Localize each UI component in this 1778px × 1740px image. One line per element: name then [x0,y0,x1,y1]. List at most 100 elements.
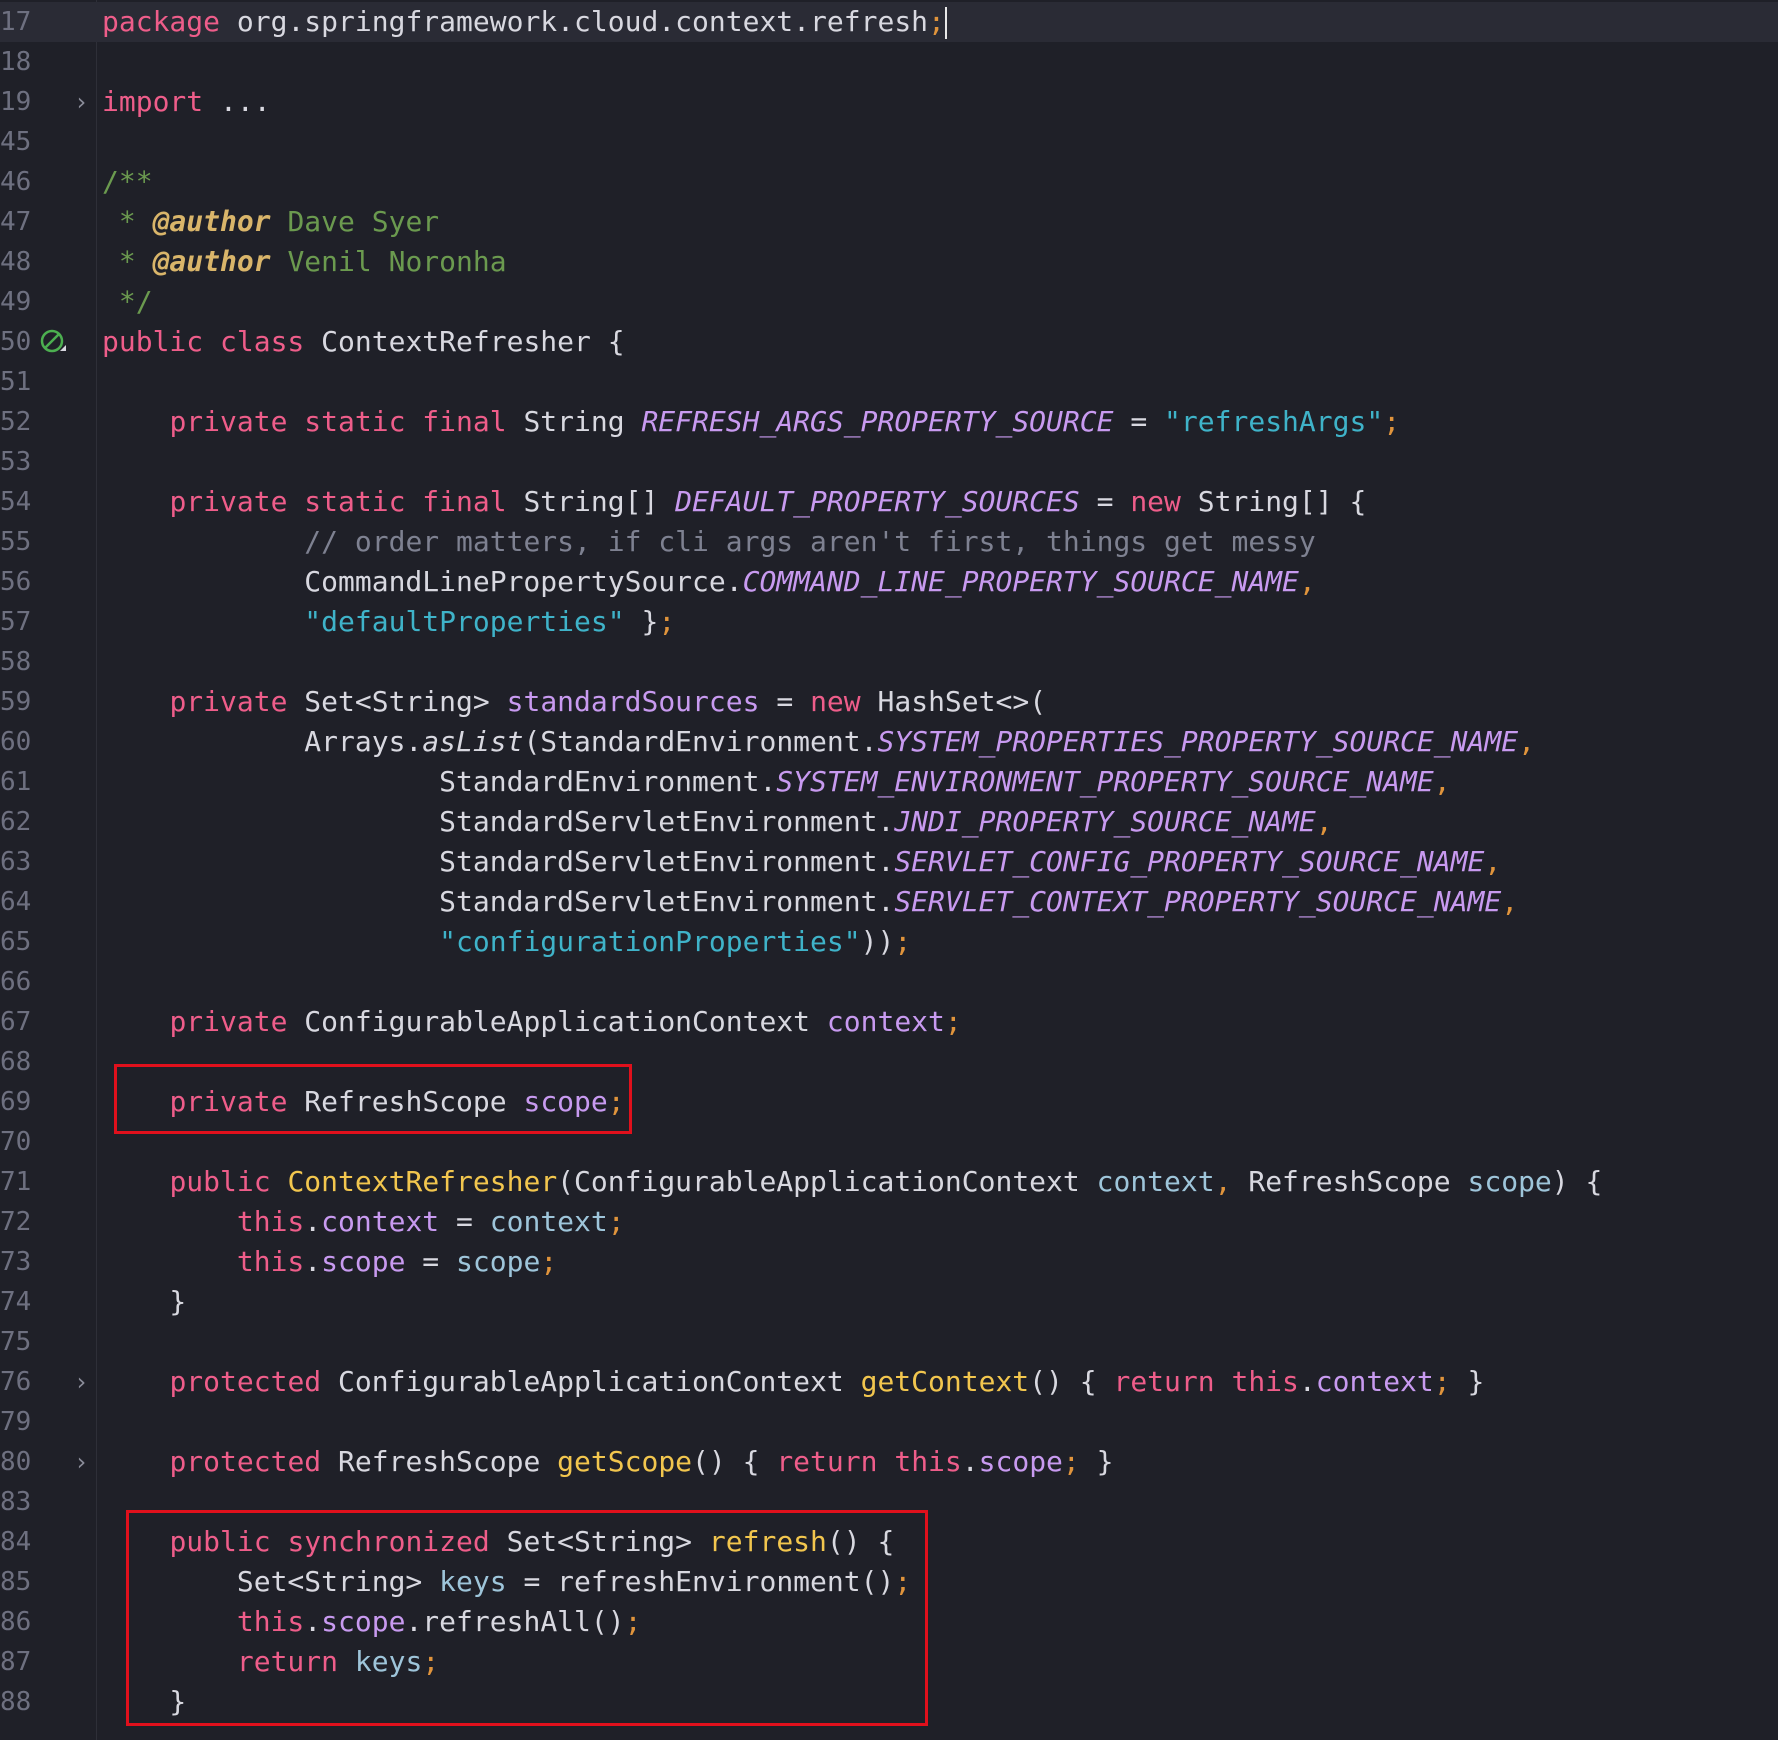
code-line[interactable]: 57 "defaultProperties" }; [0,602,1778,642]
code-line[interactable]: 19 › import ... [0,82,1778,122]
code-text[interactable]: protected ConfigurableApplicationContext… [102,1362,1484,1402]
code-token: } [102,1285,187,1318]
code-line[interactable]: 73 this.scope = scope; [0,1242,1778,1282]
code-text[interactable]: StandardServletEnvironment.SERVLET_CONTE… [102,882,1518,922]
code-line[interactable]: 46 /** [0,162,1778,202]
code-token: new [1130,485,1181,518]
code-token: "configurationProperties" [439,925,861,958]
code-line[interactable]: 76 › protected ConfigurableApplicationCon… [0,1362,1778,1402]
code-token: ConfigurableApplicationContext [321,1365,861,1398]
code-text[interactable]: "defaultProperties" }; [102,602,675,642]
code-line[interactable]: 65 "configurationProperties")); [0,922,1778,962]
code-line[interactable]: 47 * @author Dave Syer [0,202,1778,242]
code-token: context [1096,1165,1215,1198]
code-text[interactable]: protected RefreshScope getScope() { retu… [102,1442,1113,1482]
code-line[interactable]: 52 private static final String REFRESH_A… [0,402,1778,442]
code-token: getContext [860,1365,1030,1398]
code-line[interactable]: 56 CommandLinePropertySource.COMMAND_LIN… [0,562,1778,602]
code-line[interactable]: 75 [0,1322,1778,1362]
code-token: , [1501,885,1519,918]
code-text[interactable]: private ConfigurableApplicationContext c… [102,1002,961,1042]
code-token: } [1450,1365,1485,1398]
code-text[interactable]: this.context = context; [102,1202,625,1242]
code-text[interactable]: // order matters, if cli args aren't fir… [102,522,1315,562]
fold-chevron-icon[interactable]: › [74,1442,88,1482]
code-text[interactable]: public class ContextRefresher { [102,322,625,362]
code-line[interactable]: 79 [0,1402,1778,1442]
code-token: ; [1062,1445,1080,1478]
line-number: 54 [0,487,32,517]
code-token: scope [1467,1165,1552,1198]
code-line[interactable]: 53 [0,442,1778,482]
code-token: /** [102,165,153,198]
bean-icon[interactable] [40,329,66,355]
code-token: () { [692,1445,777,1478]
code-text[interactable]: StandardServletEnvironment.JNDI_PROPERTY… [102,802,1332,842]
code-line[interactable]: 51 [0,362,1778,402]
code-line[interactable]: 59 private Set<String> standardSources =… [0,682,1778,722]
code-text[interactable]: } [102,1282,186,1322]
code-line[interactable]: 50 public class ContextRefresher { [0,322,1778,362]
code-token: SERVLET_CONFIG_PROPERTY_SOURCE_NAME [894,845,1485,878]
code-line[interactable]: 17 package org.springframework.cloud.cont… [0,2,1778,42]
code-text[interactable]: package org.springframework.cloud.contex… [102,2,947,42]
code-text[interactable]: /** [102,162,153,202]
code-line[interactable]: 18 [0,42,1778,82]
code-line[interactable]: 54 private static final String[] DEFAULT… [0,482,1778,522]
code-text[interactable]: * @author Dave Syer [102,202,439,242]
highlight-box-refresh-method [126,1510,928,1726]
code-token: * [102,205,153,238]
code-line[interactable]: 55 // order matters, if cli args aren't … [0,522,1778,562]
code-text[interactable]: public ContextRefresher(ConfigurableAppl… [102,1162,1602,1202]
code-token: COMMAND_LINE_PROPERTY_SOURCE_NAME [742,565,1299,598]
code-token: ; [540,1245,558,1278]
code-token: RefreshScope [1231,1165,1468,1198]
code-line[interactable]: 45 [0,122,1778,162]
code-text[interactable]: this.scope = scope; [102,1242,557,1282]
fold-chevron-icon[interactable]: › [74,82,88,122]
code-text[interactable]: Arrays.asList(StandardEnvironment.SYSTEM… [102,722,1535,762]
line-number: 87 [0,1647,32,1677]
code-token: SERVLET_CONTEXT_PROPERTY_SOURCE_NAME [894,885,1502,918]
fold-chevron-icon[interactable]: › [74,1362,88,1402]
code-token: . [1298,1365,1316,1398]
code-text[interactable]: StandardEnvironment.SYSTEM_ENVIRONMENT_P… [102,762,1450,802]
code-text[interactable]: private static final String[] DEFAULT_PR… [102,482,1366,522]
code-token: , [1298,565,1316,598]
code-line[interactable]: 74 } [0,1282,1778,1322]
code-text[interactable]: * @author Venil Noronha [102,242,507,282]
code-token: ; [1383,405,1401,438]
code-line[interactable]: 48 * @author Venil Noronha [0,242,1778,282]
code-token: = [439,1205,490,1238]
code-line[interactable]: 63 StandardServletEnvironment.SERVLET_CO… [0,842,1778,882]
code-line[interactable]: 67 private ConfigurableApplicationContex… [0,1002,1778,1042]
code-token: return this [776,1445,962,1478]
line-number: 17 [0,7,32,37]
code-line[interactable]: 80 › protected RefreshScope getScope() { … [0,1442,1778,1482]
code-line[interactable]: 64 StandardServletEnvironment.SERVLET_CO… [0,882,1778,922]
code-line[interactable]: 71 public ContextRefresher(ConfigurableA… [0,1162,1778,1202]
code-token: asList [422,725,524,758]
highlight-box-scope-field [114,1064,632,1134]
code-text[interactable]: import ... [102,82,271,122]
code-text[interactable]: */ [102,282,153,322]
code-editor[interactable]: 17 package org.springframework.cloud.cont… [0,0,1778,1740]
code-text[interactable]: private Set<String> standardSources = ne… [102,682,1046,722]
code-line[interactable]: 72 this.context = context; [0,1202,1778,1242]
code-text[interactable]: StandardServletEnvironment.SERVLET_CONFI… [102,842,1501,882]
code-line[interactable]: 58 [0,642,1778,682]
code-line[interactable]: 49 */ [0,282,1778,322]
code-line[interactable]: 62 StandardServletEnvironment.JNDI_PROPE… [0,802,1778,842]
code-line[interactable]: 61 StandardEnvironment.SYSTEM_ENVIRONMEN… [0,762,1778,802]
code-text[interactable]: CommandLinePropertySource.COMMAND_LINE_P… [102,562,1316,602]
code-line[interactable]: 66 [0,962,1778,1002]
code-text[interactable]: private static final String REFRESH_ARGS… [102,402,1400,442]
line-number: 68 [0,1047,32,1077]
code-line[interactable]: 60 Arrays.asList(StandardEnvironment.SYS… [0,722,1778,762]
code-token: import [102,85,204,118]
line-number: 66 [0,967,32,997]
code-text[interactable]: "configurationProperties")); [102,922,911,962]
